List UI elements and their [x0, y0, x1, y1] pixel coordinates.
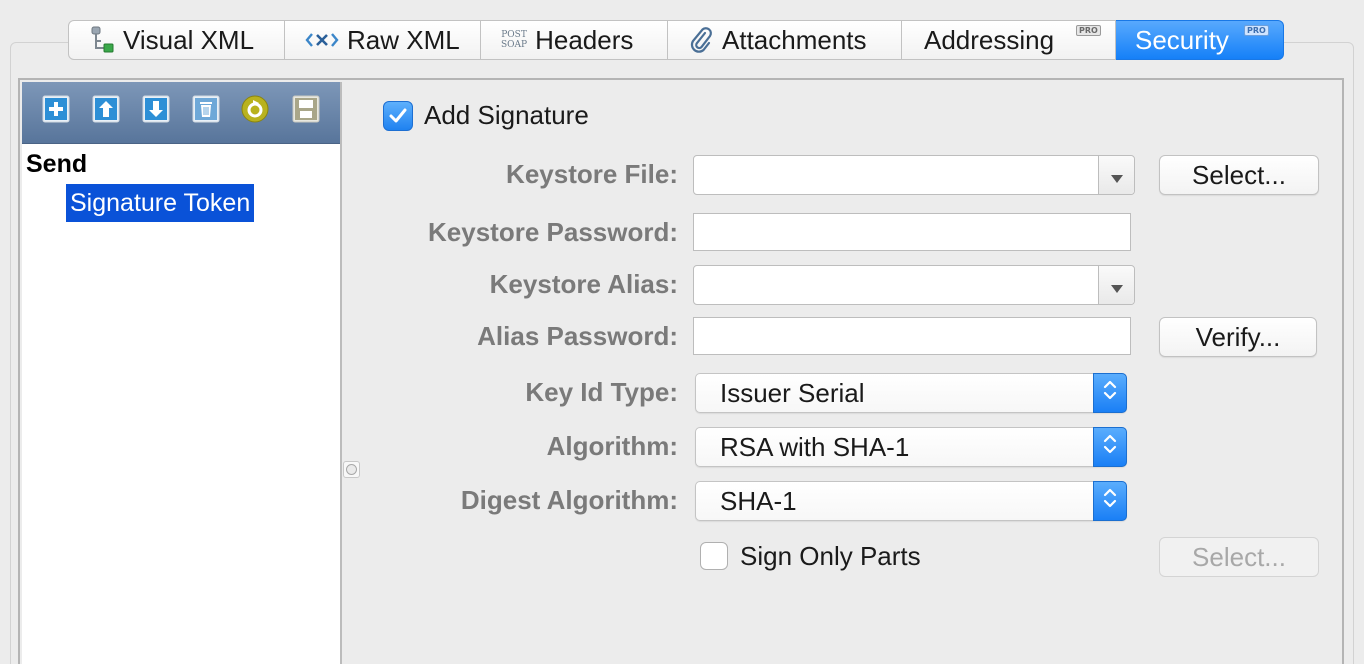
tab-security[interactable]: Security PRO: [1116, 20, 1284, 60]
tab-label: Visual XML: [123, 24, 255, 55]
digest-algorithm-select[interactable]: SHA-1: [695, 481, 1127, 521]
up-down-chevron-icon: [1102, 485, 1118, 518]
sign-only-parts-label: Sign Only Parts: [740, 541, 921, 571]
algorithm-select[interactable]: RSA with SHA-1: [695, 427, 1127, 467]
pro-badge: PRO: [1244, 25, 1269, 36]
add-signature-label: Add Signature: [424, 100, 589, 130]
paperclip-icon: [688, 26, 714, 54]
tree-node-signature-token[interactable]: Signature Token: [66, 184, 255, 222]
reload-icon: [240, 94, 270, 131]
sign-only-parts-checkbox[interactable]: [700, 542, 728, 570]
tab-label: Security: [1135, 24, 1229, 55]
delete-icon: [192, 95, 220, 130]
alias-password-input[interactable]: [693, 317, 1131, 355]
key-id-type-select[interactable]: Issuer Serial: [695, 373, 1127, 413]
alias-password-label: Alias Password:: [477, 321, 678, 351]
triangle-down-icon: [1110, 160, 1124, 191]
save-icon: [292, 95, 320, 130]
delete-button[interactable]: [192, 95, 220, 126]
keystore-file-combo[interactable]: [693, 155, 1135, 195]
tab-attachments[interactable]: Attachments: [668, 20, 902, 60]
verify-button[interactable]: Verify...: [1159, 317, 1317, 357]
algorithm-value: RSA with SHA-1: [720, 432, 910, 462]
reload-button[interactable]: [241, 95, 269, 126]
keystore-alias-dropdown-button[interactable]: [1098, 266, 1134, 304]
tree-node-send[interactable]: Send: [26, 150, 87, 179]
tab-headers[interactable]: POST SOAP Headers: [481, 20, 668, 60]
select-keystore-button[interactable]: Select...: [1159, 155, 1319, 195]
add-button[interactable]: [42, 95, 70, 126]
tree-icon: [89, 26, 115, 54]
tab-visual-xml[interactable]: Visual XML: [68, 20, 285, 60]
keystore-password-input[interactable]: [693, 213, 1131, 251]
triangle-down-icon: [1110, 270, 1124, 301]
token-tree-panel: Send Signature Token: [22, 82, 342, 664]
key-id-type-stepper[interactable]: [1093, 373, 1127, 413]
move-down-icon: [142, 95, 170, 130]
move-up-icon: [92, 95, 120, 130]
save-button[interactable]: [292, 95, 320, 126]
tab-label: Addressing: [924, 24, 1055, 55]
pro-badge: PRO: [1076, 25, 1101, 36]
keystore-alias-label: Keystore Alias:: [489, 269, 678, 299]
tab-addressing[interactable]: Addressing PRO: [902, 20, 1116, 60]
keystore-file-input[interactable]: [694, 156, 1098, 194]
tab-label: Attachments: [722, 24, 867, 55]
checkmark-icon: [388, 101, 408, 132]
move-down-button[interactable]: [142, 95, 170, 126]
tab-label: Headers: [535, 24, 634, 55]
xml-tag-icon: [305, 30, 339, 50]
tab-bar: Visual XML Raw XML POST SOAP Headers Att…: [68, 20, 1284, 60]
keystore-alias-input[interactable]: [694, 266, 1098, 304]
tree-toolbar: [22, 82, 340, 144]
keystore-alias-combo[interactable]: [693, 265, 1135, 305]
key-id-type-value: Issuer Serial: [720, 378, 865, 408]
tab-raw-xml[interactable]: Raw XML: [285, 20, 481, 60]
up-down-chevron-icon: [1102, 377, 1118, 410]
move-up-button[interactable]: [92, 95, 120, 126]
algorithm-stepper[interactable]: [1093, 427, 1127, 467]
post-soap-icon: POST SOAP: [501, 30, 528, 50]
key-id-type-label: Key Id Type:: [525, 377, 678, 407]
add-icon: [42, 95, 70, 130]
algorithm-label: Algorithm:: [546, 431, 678, 461]
select-parts-button[interactable]: Select...: [1159, 537, 1319, 577]
digest-algorithm-label: Digest Algorithm:: [460, 485, 678, 515]
keystore-file-dropdown-button[interactable]: [1098, 156, 1134, 194]
splitter-handle[interactable]: [343, 461, 360, 478]
up-down-chevron-icon: [1102, 431, 1118, 464]
keystore-file-label: Keystore File:: [506, 159, 678, 189]
digest-algorithm-value: SHA-1: [720, 486, 797, 516]
tab-label: Raw XML: [347, 24, 460, 55]
keystore-password-label: Keystore Password:: [428, 217, 678, 247]
add-signature-checkbox[interactable]: [383, 101, 413, 131]
digest-algorithm-stepper[interactable]: [1093, 481, 1127, 521]
